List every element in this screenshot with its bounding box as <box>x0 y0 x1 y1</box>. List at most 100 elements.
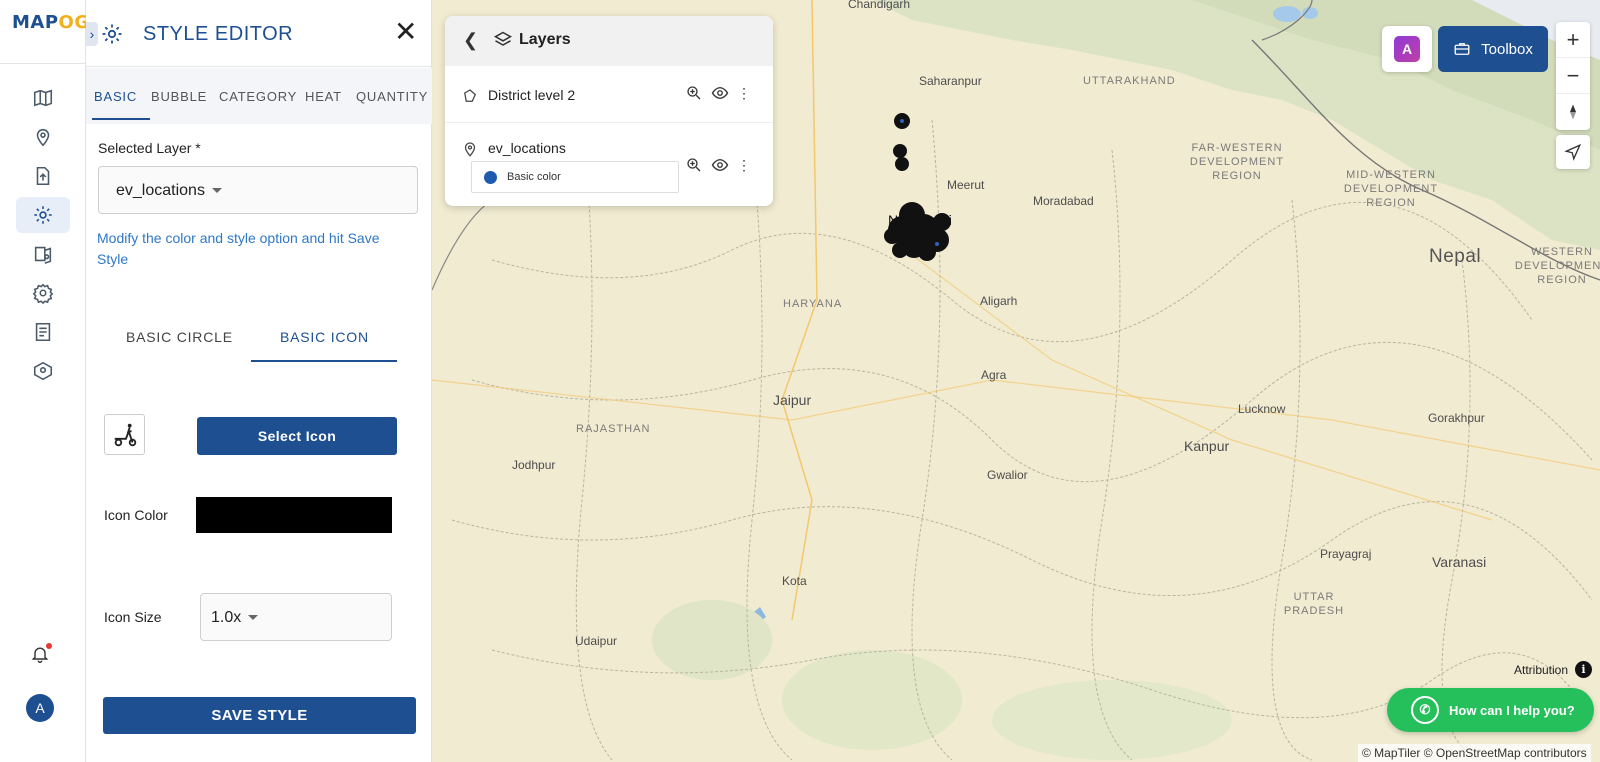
map-label-new-delhi: New Delhi <box>888 212 952 228</box>
map-label-moradabad: Moradabad <box>1033 194 1094 208</box>
gear-icon <box>100 22 124 46</box>
close-icon[interactable]: ✕ <box>394 18 417 46</box>
kebab-menu-icon[interactable]: ⋮ <box>737 86 751 100</box>
icon-size-label: Icon Size <box>104 609 162 625</box>
map-region-rajasthan: RAJASTHAN <box>576 423 651 435</box>
back-chevron-icon[interactable]: ❮ <box>463 30 478 51</box>
layers-stack-icon <box>493 31 513 46</box>
select-icon-button[interactable]: Select Icon <box>197 417 397 455</box>
map-region-far-western: FAR-WESTERN DEVELOPMENT REGION <box>1189 142 1285 182</box>
selected-layer-select[interactable]: ev_locations <box>98 166 418 214</box>
locate-me-button[interactable] <box>1556 135 1590 169</box>
whatsapp-label: How can I help you? <box>1449 702 1575 718</box>
layer-name: ev_locations <box>488 140 566 156</box>
polygon-icon <box>464 89 477 102</box>
map-label-meerut: Meerut <box>947 178 985 192</box>
layer-legend: Basic color <box>471 161 679 193</box>
attribution-label[interactable]: Attribution <box>1514 663 1568 677</box>
rail-divider <box>0 63 86 64</box>
chevron-down-icon <box>211 188 222 194</box>
map-settings-icon[interactable] <box>16 236 70 272</box>
eye-icon[interactable] <box>711 84 729 102</box>
map-label-saharanpur: Saharanpur <box>919 74 982 88</box>
selected-layer-label: Selected Layer * <box>98 140 201 156</box>
map-icon[interactable] <box>16 80 70 116</box>
kebab-menu-icon[interactable]: ⋮ <box>737 158 751 172</box>
compass-icon[interactable] <box>1556 94 1590 130</box>
map-label-jaipur: Jaipur <box>773 392 812 408</box>
layers-panel: ❮ Layers District level 2 ⋮ ev_locations… <box>445 16 773 206</box>
map-label-udaipur: Udaipur <box>575 634 618 648</box>
chevron-down-icon <box>248 615 259 621</box>
style-tabs: BASIC BUBBLE CATEGORY HEAT QUANTITY <box>86 68 432 124</box>
map-label-jodhpur: Jodhpur <box>512 458 556 472</box>
avatar[interactable]: A <box>26 694 54 722</box>
toolbox-button[interactable]: Toolbox <box>1438 26 1548 72</box>
map-pin-icon[interactable] <box>16 353 70 389</box>
logo[interactable]: MAPOG <box>12 12 90 33</box>
style-editor-panel: STYLE EDITOR ✕ BASIC BUBBLE CATEGORY HEA… <box>86 0 432 762</box>
zoom-out-button[interactable]: − <box>1556 58 1590 94</box>
map-label-kota: Kota <box>782 574 807 588</box>
zoom-to-layer-icon[interactable] <box>685 156 703 174</box>
eye-icon[interactable] <box>711 156 729 174</box>
map-label-gwalior: Gwalior <box>987 468 1028 482</box>
hint-text: Modify the color and style option and hi… <box>97 230 380 267</box>
layer-actions: ⋮ <box>685 84 751 102</box>
ai-icon: A <box>1394 36 1420 62</box>
legend-label: Basic color <box>507 171 561 183</box>
map-label-aligarh: Aligarh <box>980 294 1018 308</box>
gear-icon[interactable] <box>16 197 70 233</box>
layer-actions: ⋮ <box>685 156 751 174</box>
tab-category[interactable]: CATEGORY <box>219 89 297 104</box>
selected-layer-value: ev_locations <box>116 182 222 200</box>
notification-dot <box>46 643 52 649</box>
navigation-arrow-icon <box>1564 143 1582 161</box>
map-country-nepal: Nepal <box>1429 246 1482 267</box>
style-editor-header: STYLE EDITOR ✕ <box>86 0 432 67</box>
map-region-western: WESTERN DEVELOPMENT REGION <box>1514 246 1600 286</box>
map-label-chandigarh: Chandigarh <box>848 0 911 11</box>
zoom-controls: + − <box>1556 22 1590 130</box>
map-label-gorakhpur: Gorakhpur <box>1428 411 1485 425</box>
app-root: MAPOG A › STYLE EDITOR ✕ BASIC BUBBLE CA… <box>0 0 1600 762</box>
settings-icon[interactable] <box>16 275 70 311</box>
notification-bell-icon[interactable] <box>30 643 52 666</box>
icon-color-label: Icon Color <box>104 507 168 523</box>
layer-name: District level 2 <box>488 87 576 103</box>
tab-basic-icon[interactable]: BASIC ICON <box>280 329 369 345</box>
tab-bubble[interactable]: BUBBLE <box>151 89 207 104</box>
tab-basic-circle[interactable]: BASIC CIRCLE <box>126 329 233 345</box>
location-pin-icon[interactable] <box>16 119 70 155</box>
zoom-in-button[interactable]: + <box>1556 22 1590 58</box>
tab-quantity[interactable]: QUANTITY <box>356 89 428 104</box>
upload-file-icon[interactable] <box>16 158 70 194</box>
scooter-icon[interactable] <box>104 414 145 455</box>
active-subtab-indicator <box>251 360 397 362</box>
info-icon[interactable]: i <box>1575 661 1592 678</box>
icon-size-value: 1.0x <box>211 609 259 627</box>
location-pin-icon <box>464 142 476 157</box>
map-label-lucknow: Lucknow <box>1238 402 1286 416</box>
collapse-panel-chevron-icon[interactable]: › <box>86 22 98 46</box>
briefcase-icon <box>1454 43 1470 55</box>
ai-assistant-button[interactable]: A <box>1382 26 1432 72</box>
map-region-uttarakhand: UTTARAKHAND <box>1083 75 1176 87</box>
save-style-button[interactable]: SAVE STYLE <box>103 697 416 734</box>
map-label-prayagraj: Prayagraj <box>1320 547 1372 561</box>
map-region-uttar-pradesh: UTTAR PRADESH <box>1283 591 1345 617</box>
tab-heat[interactable]: HEAT <box>305 89 342 104</box>
map-copyright: © MapTiler © OpenStreetMap contributors <box>1358 744 1591 762</box>
icon-color-swatch[interactable] <box>196 497 392 533</box>
map-label-varanasi: Varanasi <box>1432 554 1487 570</box>
whatsapp-help-button[interactable]: ✆ How can I help you? <box>1387 688 1594 732</box>
report-icon[interactable] <box>16 314 70 350</box>
tab-basic[interactable]: BASIC <box>94 89 137 104</box>
toolbox-label: Toolbox <box>1481 40 1533 58</box>
whatsapp-icon: ✆ <box>1411 696 1439 724</box>
icon-size-select[interactable]: 1.0x <box>200 593 392 641</box>
layer-row-district[interactable]: District level 2 ⋮ <box>445 66 773 123</box>
active-tab-indicator <box>92 118 150 120</box>
legend-color-dot <box>484 171 497 184</box>
zoom-to-layer-icon[interactable] <box>685 84 703 102</box>
